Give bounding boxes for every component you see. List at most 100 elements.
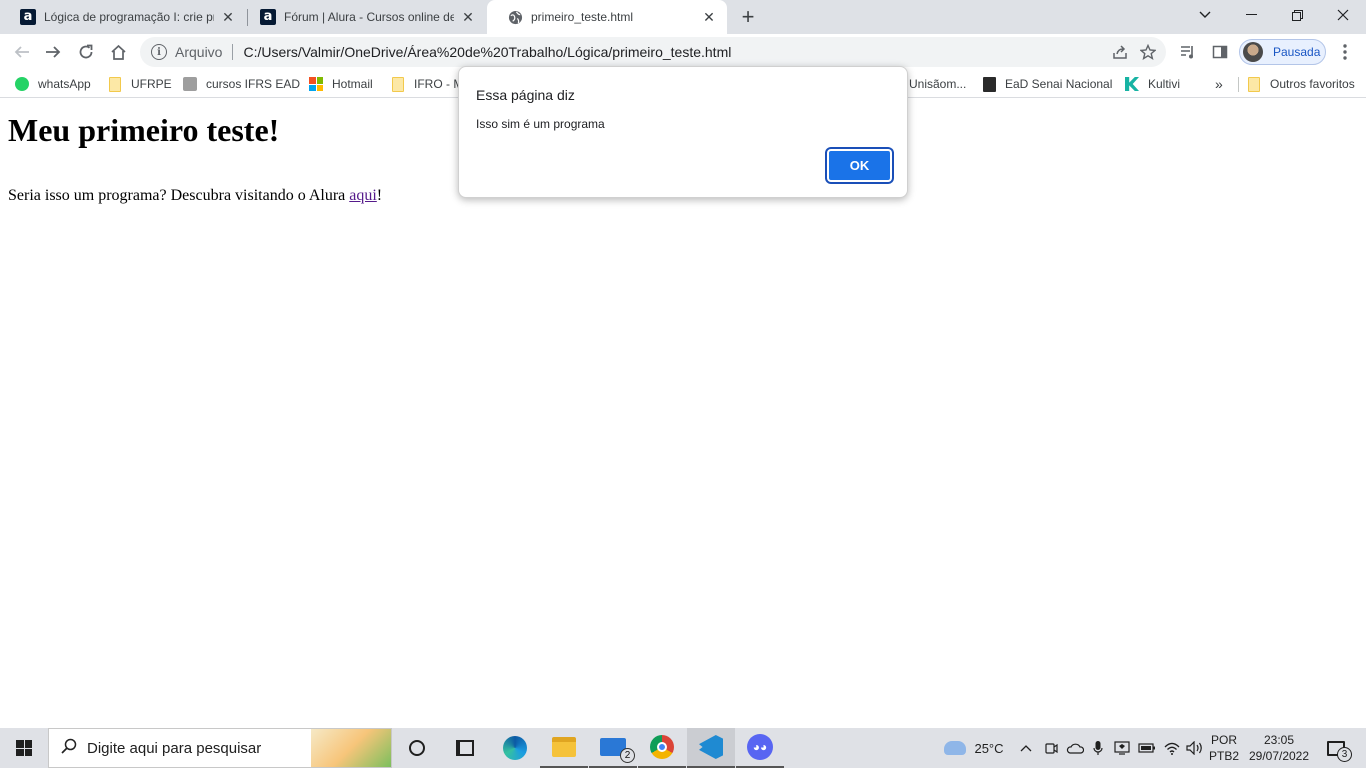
volume-icon[interactable] <box>1184 728 1206 768</box>
vscode-app[interactable] <box>687 728 735 768</box>
folder-icon <box>1246 76 1262 92</box>
bookmark-label: cursos IFRS EAD <box>206 77 301 91</box>
site-info-icon[interactable]: i <box>151 44 167 60</box>
mail-badge: 2 <box>620 748 635 763</box>
url-text[interactable]: C:/Users/Valmir/OneDrive/Área%20de%20Tra… <box>243 44 1106 60</box>
bookmark-ifro[interactable]: IFRO - M <box>390 70 463 98</box>
windows-taskbar: Digite aqui para pesquisar 2 ◕◕ 25°C POR… <box>0 728 1366 768</box>
restore-button[interactable] <box>1274 0 1320 30</box>
bookmarks-divider <box>1238 77 1239 92</box>
mail-app[interactable]: 2 <box>589 728 637 768</box>
input-language[interactable]: POR PTB2 <box>1208 732 1240 764</box>
paragraph-text: Seria isso um programa? Descubra visitan… <box>8 187 350 204</box>
wifi-icon[interactable] <box>1160 728 1184 768</box>
bookmarks-overflow-chevron-icon[interactable]: » <box>1215 70 1223 98</box>
alura-link[interactable]: aqui <box>349 187 377 204</box>
language-code: POR <box>1210 733 1237 747</box>
start-button[interactable] <box>0 728 48 768</box>
avatar <box>1243 42 1263 62</box>
taskbar-search-box[interactable]: Digite aqui para pesquisar <box>48 728 392 768</box>
bookmark-star-icon[interactable] <box>1134 38 1162 66</box>
bookmark-cursos-ifrs[interactable]: cursos IFRS EAD <box>182 70 300 98</box>
tab-title: primeiro_teste.html <box>531 10 634 24</box>
profile-button[interactable]: Pausada <box>1239 39 1326 65</box>
bookmark-unisaom[interactable]: Unisãom... <box>909 70 966 98</box>
share-icon[interactable] <box>1106 38 1134 66</box>
bookmark-label: UFRPE <box>131 77 172 91</box>
tray-chevron-up-icon[interactable] <box>1016 728 1036 768</box>
bookmark-ufrpe[interactable]: UFRPE <box>107 70 172 98</box>
action-center-button[interactable]: 3 <box>1316 728 1356 768</box>
battery-icon[interactable] <box>1135 728 1159 768</box>
menu-kebab-icon[interactable] <box>1331 38 1359 66</box>
tab-search-chevron-icon[interactable] <box>1182 0 1228 30</box>
page-paragraph: Seria isso um programa? Descubra visitan… <box>8 186 382 206</box>
security-center-icon[interactable] <box>1110 728 1134 768</box>
close-icon[interactable]: ✕ <box>460 9 476 25</box>
bookmark-label: IFRO - M <box>414 77 464 91</box>
home-button[interactable] <box>104 38 132 66</box>
onedrive-cloud-icon[interactable] <box>1063 728 1087 768</box>
folder-icon <box>552 737 576 757</box>
folder-icon <box>390 76 406 92</box>
dialog-title: Essa página diz <box>476 87 575 103</box>
tab-strip: a Lógica de programação I: crie pro ✕ a … <box>0 0 1366 34</box>
cortana-button[interactable] <box>393 728 441 768</box>
search-placeholder: Digite aqui para pesquisar <box>87 739 262 757</box>
media-control-icon[interactable] <box>1174 38 1202 66</box>
browser-toolbar: i Arquivo C:/Users/Valmir/OneDrive/Área%… <box>0 34 1366 70</box>
bookmark-whatsapp[interactable]: whatsApp <box>14 70 91 98</box>
microphone-icon[interactable] <box>1088 728 1108 768</box>
close-window-button[interactable] <box>1320 0 1366 30</box>
notifications-icon: 3 <box>1327 740 1352 762</box>
dialog-message: Isso sim é um programa <box>476 117 605 131</box>
ok-button[interactable]: OK <box>827 149 892 182</box>
weather-temperature[interactable]: 25°C <box>970 728 1008 768</box>
tab-forum-alura[interactable]: a Fórum | Alura - Cursos online de ✕ <box>240 0 486 34</box>
task-view-icon <box>456 740 474 756</box>
ifrs-icon <box>182 76 198 92</box>
bookmark-senai[interactable]: EaD Senai Nacional <box>981 70 1112 98</box>
task-view-button[interactable] <box>441 728 489 768</box>
bookmark-hotmail[interactable]: Hotmail <box>308 70 373 98</box>
scheme-label: Arquivo <box>175 44 223 60</box>
senai-icon <box>981 76 997 92</box>
profile-status-label: Pausada <box>1273 45 1321 59</box>
new-tab-button[interactable]: + <box>736 4 760 29</box>
keyboard-layout: PTB2 <box>1208 749 1239 763</box>
bookmark-label: Outros favoritos <box>1270 77 1355 91</box>
microsoft-icon <box>308 76 324 92</box>
clock-date: 29/07/2022 <box>1248 749 1310 763</box>
forward-button[interactable] <box>39 38 67 66</box>
alura-icon: a <box>20 9 36 25</box>
other-bookmarks[interactable]: Outros favoritos <box>1246 70 1355 98</box>
close-icon[interactable]: ✕ <box>220 9 236 25</box>
search-icon <box>61 738 77 759</box>
rain-cloud-icon <box>944 741 966 755</box>
tab-primeiro-teste[interactable]: primeiro_teste.html ✕ <box>487 0 727 34</box>
address-bar[interactable]: i Arquivo C:/Users/Valmir/OneDrive/Área%… <box>140 37 1166 67</box>
minimize-button[interactable] <box>1228 0 1274 30</box>
file-explorer-app[interactable] <box>540 728 588 768</box>
chrome-app[interactable] <box>638 728 686 768</box>
omnibox-divider <box>232 44 234 60</box>
windows-logo-icon <box>16 740 32 756</box>
side-panel-icon[interactable] <box>1206 38 1234 66</box>
edge-app[interactable] <box>491 728 539 768</box>
notification-count-badge: 3 <box>1337 746 1352 762</box>
discord-app[interactable]: ◕◕ <box>736 728 784 768</box>
reload-button[interactable] <box>72 38 100 66</box>
bookmark-kultivi[interactable]: Kultivi <box>1124 70 1180 98</box>
meet-now-icon[interactable] <box>1040 728 1062 768</box>
clock-time: 23:05 <box>1263 733 1295 747</box>
back-button[interactable] <box>8 38 36 66</box>
alert-dialog: Essa página diz Isso sim é um programa O… <box>458 66 908 198</box>
bookmark-label: EaD Senai Nacional <box>1005 77 1113 91</box>
close-icon[interactable]: ✕ <box>701 9 717 25</box>
chrome-icon <box>650 735 674 759</box>
taskbar-clock[interactable]: 23:05 29/07/2022 <box>1242 732 1316 764</box>
weather-widget[interactable] <box>940 728 970 768</box>
tab-title: Lógica de programação I: crie pro <box>44 10 214 24</box>
folder-icon <box>107 76 123 92</box>
tab-logica-programacao[interactable]: a Lógica de programação I: crie pro ✕ <box>0 0 246 34</box>
